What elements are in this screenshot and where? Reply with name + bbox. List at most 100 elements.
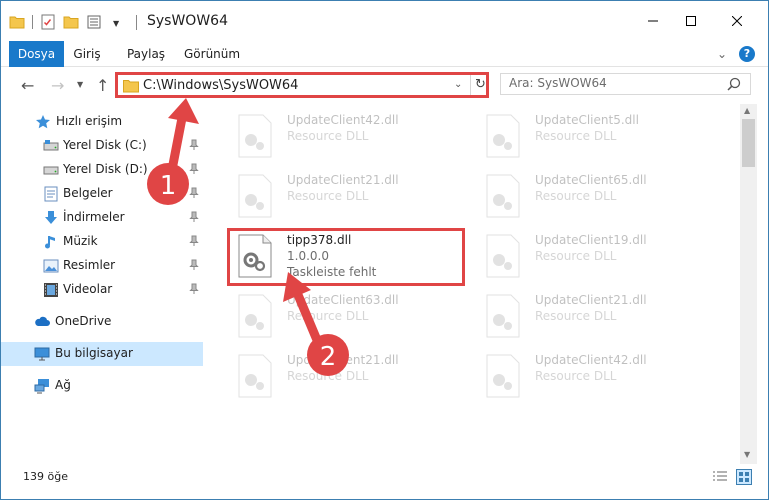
sidebar-item-onedrive[interactable]: OneDrive <box>1 310 203 334</box>
pin-icon[interactable] <box>188 163 200 175</box>
large-icons-view-icon <box>739 472 749 482</box>
refresh-icon[interactable]: ↻ <box>475 77 486 92</box>
tab-share[interactable]: Paylaş <box>125 41 167 67</box>
vertical-scrollbar[interactable]: ▲ ▼ <box>740 104 757 464</box>
file-item[interactable]: UpdateClient65.dll Resource DLL <box>475 168 715 224</box>
file-type: Resource DLL <box>287 309 369 323</box>
details-view-icon[interactable] <box>712 470 728 484</box>
file-item[interactable]: UpdateClient21.dll Resource DLL <box>227 348 467 404</box>
file-item[interactable]: UpdateClient21.dll Resource DLL <box>475 288 715 344</box>
back-arrow-icon[interactable]: ← <box>21 76 34 95</box>
file-item[interactable]: UpdateClient63.dll Resource DLL <box>227 288 467 344</box>
pin-icon[interactable] <box>188 283 200 295</box>
tab-view[interactable]: Görünüm <box>184 41 240 67</box>
file-item[interactable]: UpdateClient42.dll Resource DLL <box>227 108 467 164</box>
sidebar-item-label: Bu bilgisayar <box>55 346 133 360</box>
tab-home[interactable]: Giriş <box>67 41 107 67</box>
file-item[interactable]: UpdateClient5.dll Resource DLL <box>475 108 715 164</box>
dll-file-icon <box>238 174 272 218</box>
file-type: Resource DLL <box>535 369 617 383</box>
pin-icon[interactable] <box>188 211 200 223</box>
sidebar-item-label: İndirmeler <box>63 210 125 224</box>
file-type: Resource DLL <box>535 249 617 263</box>
sidebar-item-local-disk-d[interactable]: Yerel Disk (D:) <box>1 158 203 182</box>
properties-icon[interactable] <box>41 14 55 30</box>
file-item[interactable]: UpdateClient42.dll Resource DLL <box>475 348 715 404</box>
help-icon[interactable]: ? <box>739 46 755 62</box>
folder-icon[interactable] <box>9 14 25 30</box>
pin-icon[interactable] <box>188 235 200 247</box>
address-divider <box>470 75 471 95</box>
videos-icon <box>44 283 58 297</box>
sidebar-item-music[interactable]: Müzik <box>1 230 203 254</box>
dll-file-icon <box>486 174 520 218</box>
file-type: Resource DLL <box>287 129 369 143</box>
pin-icon[interactable] <box>188 139 200 151</box>
pin-icon[interactable] <box>188 259 200 271</box>
tab-file[interactable]: Dosya <box>9 41 64 67</box>
close-icon <box>732 16 742 26</box>
window-title: SysWOW64 <box>147 13 228 29</box>
sidebar-item-label: Yerel Disk (D:) <box>63 162 148 176</box>
dll-file-icon <box>238 114 272 158</box>
maximize-icon <box>686 16 696 26</box>
sidebar-item-label: OneDrive <box>55 314 112 328</box>
sidebar-item-network[interactable]: Ağ <box>1 374 203 398</box>
sidebar-item-local-disk-c[interactable]: Yerel Disk (C:) <box>1 134 203 158</box>
file-type: Resource DLL <box>535 189 617 203</box>
file-name: UpdateClient21.dll <box>287 353 399 367</box>
file-name: UpdateClient65.dll <box>535 173 647 187</box>
sidebar-item-label: Belgeler <box>63 186 113 200</box>
chevron-down-icon[interactable]: ▼ <box>113 19 119 35</box>
file-highlight-box <box>227 228 465 286</box>
search-input[interactable] <box>509 76 719 90</box>
sidebar-item-videos[interactable]: Videolar <box>1 278 203 302</box>
sidebar-item-label: Hızlı erişim <box>56 114 123 128</box>
up-arrow-icon[interactable]: ↑ <box>96 76 109 95</box>
sidebar-item-quick-access[interactable]: Hızlı erişim <box>1 110 203 134</box>
search-box[interactable] <box>500 73 751 95</box>
item-count: 139 öğe <box>23 470 68 483</box>
file-item[interactable]: UpdateClient21.dll Resource DLL <box>227 168 467 224</box>
explorer-window: ▼ SysWOW64 Dosya Giriş Paylaş Görünüm ⌄ … <box>0 0 769 500</box>
address-bar[interactable]: C:\Windows\SysWOW64 ⌄ ↻ <box>115 72 489 98</box>
file-type: Resource DLL <box>287 369 369 383</box>
expand-ribbon-icon[interactable]: ⌄ <box>717 47 727 61</box>
customize-toolbar-icon[interactable] <box>87 14 115 30</box>
file-type: Resource DLL <box>287 189 369 203</box>
drive-icon <box>43 140 59 151</box>
sidebar-item-documents[interactable]: Belgeler <box>1 182 203 206</box>
dll-file-icon <box>486 294 520 338</box>
quick-access-divider <box>32 15 33 29</box>
forward-arrow-icon[interactable]: → <box>51 76 64 95</box>
file-name: UpdateClient42.dll <box>287 113 399 127</box>
address-path: C:\Windows\SysWOW64 <box>143 78 299 93</box>
sidebar-item-downloads[interactable]: İndirmeler <box>1 206 203 230</box>
recent-locations-icon[interactable]: ▼ <box>77 80 83 89</box>
scroll-down-icon[interactable]: ▼ <box>744 450 750 459</box>
scroll-up-icon[interactable]: ▲ <box>744 106 750 115</box>
navigation-bar: ← → ▼ ↑ C:\Windows\SysWOW64 ⌄ ↻ <box>1 68 768 102</box>
new-folder-icon[interactable] <box>63 14 79 30</box>
sidebar-item-label: Müzik <box>63 234 98 248</box>
status-bar: 139 öğe <box>1 466 768 488</box>
file-type: Resource DLL <box>535 309 617 323</box>
title-bar: ▼ SysWOW64 <box>1 1 768 41</box>
pictures-icon <box>43 259 59 273</box>
scrollbar-thumb[interactable] <box>742 119 755 167</box>
sidebar-item-label: Resimler <box>63 258 116 272</box>
sidebar-item-this-pc[interactable]: Bu bilgisayar <box>1 342 203 366</box>
search-icon[interactable] <box>727 77 741 91</box>
navigation-pane: Hızlı erişim Yerel Disk (C:) Yerel Disk … <box>1 104 211 464</box>
file-type: Resource DLL <box>535 129 617 143</box>
address-dropdown-icon[interactable]: ⌄ <box>454 79 462 90</box>
close-button[interactable] <box>714 1 760 41</box>
download-icon <box>45 211 57 224</box>
sidebar-item-pictures[interactable]: Resimler <box>1 254 203 278</box>
maximize-button[interactable] <box>668 1 714 41</box>
file-item[interactable]: UpdateClient19.dll Resource DLL <box>475 228 715 284</box>
large-icons-view-button[interactable] <box>736 469 752 485</box>
file-list: UpdateClient42.dll Resource DLL UpdateCl… <box>213 104 740 464</box>
network-icon <box>34 379 49 394</box>
pin-icon[interactable] <box>188 187 200 199</box>
